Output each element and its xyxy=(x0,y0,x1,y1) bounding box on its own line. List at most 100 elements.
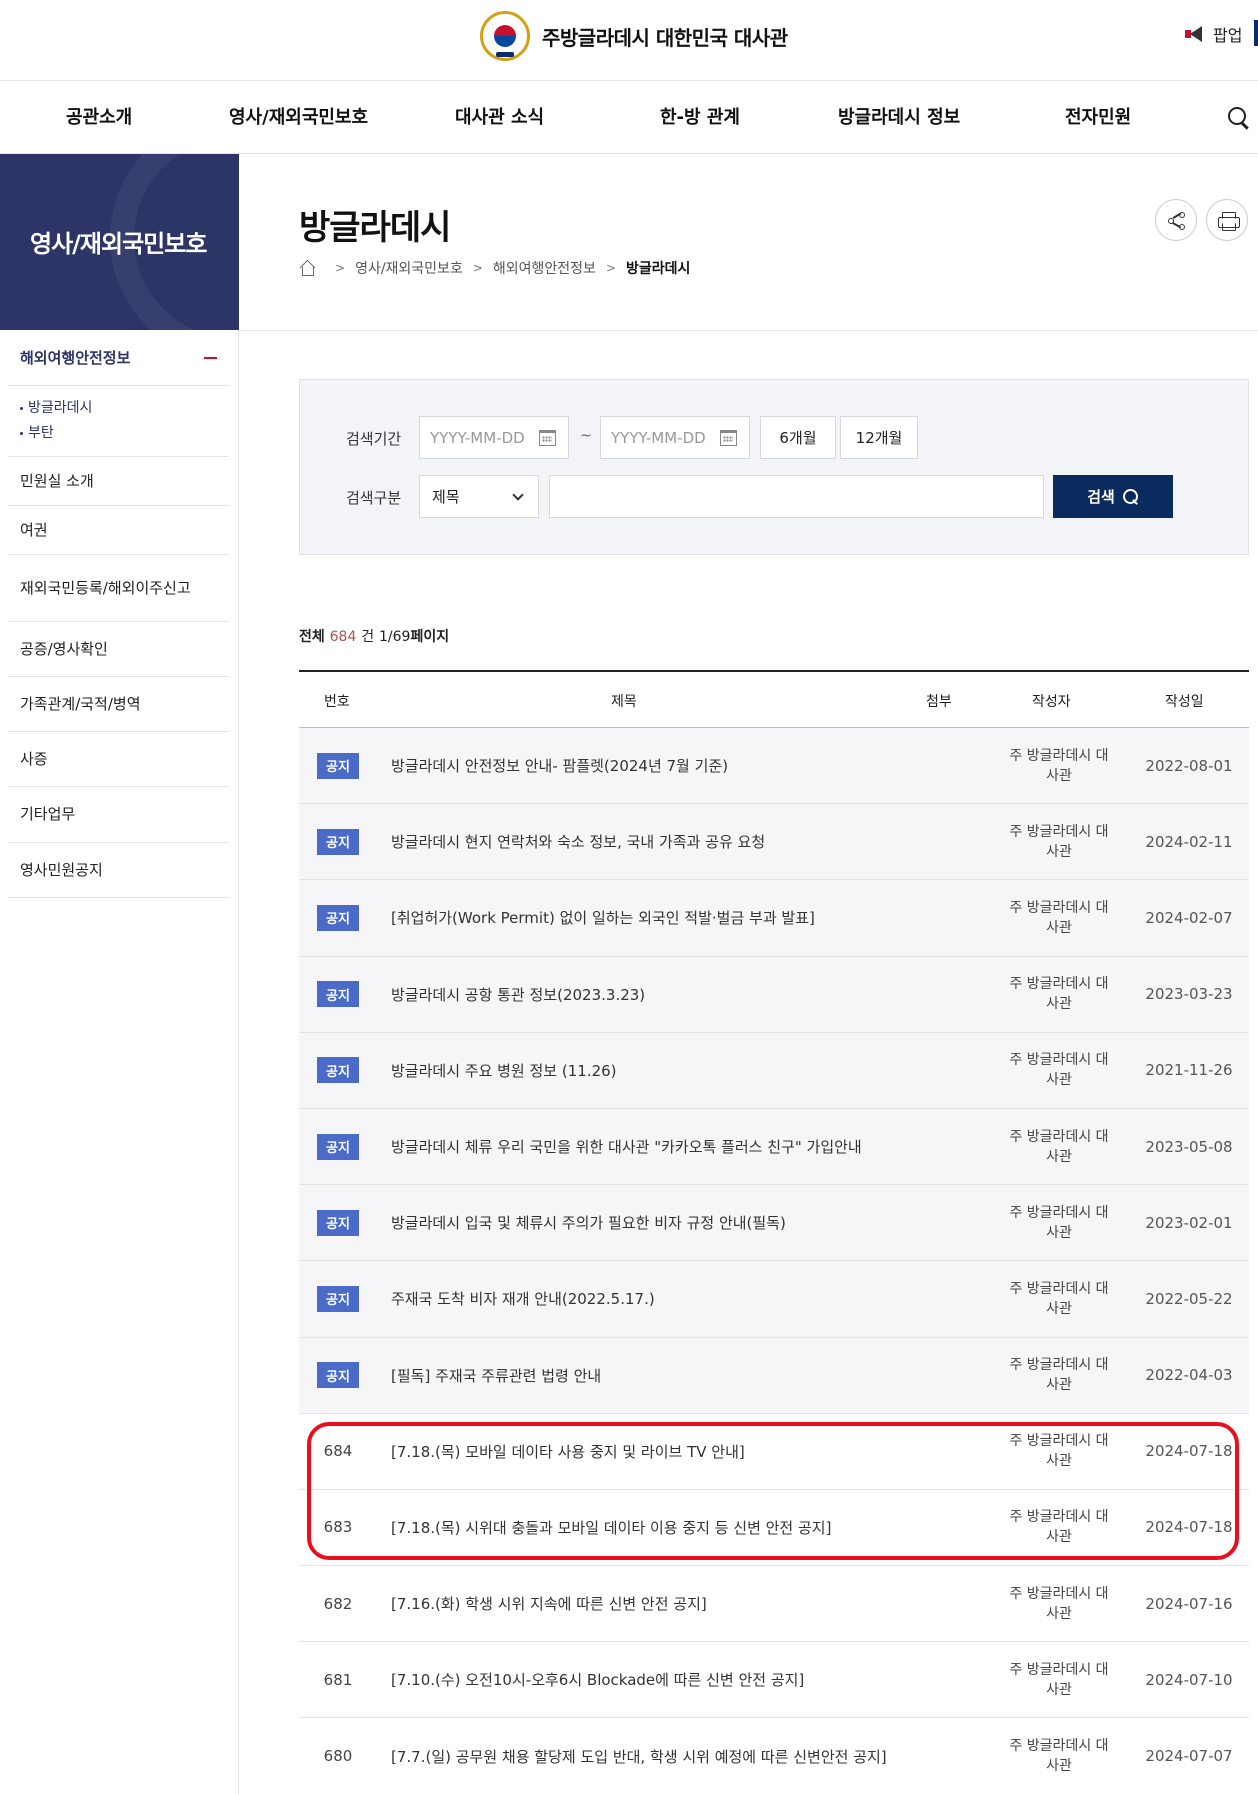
post-date: 2024-07-16 xyxy=(1145,1594,1233,1613)
nav-item-embassy-news[interactable]: 대사관 소식 xyxy=(455,103,544,129)
notice-badge: 공지 xyxy=(317,1285,359,1312)
post-writer: 주 방글라데시 대사관 xyxy=(1009,1128,1109,1165)
column-header-writer: 작성자 xyxy=(1032,694,1071,710)
nav-item-e-civil[interactable]: 전자민원 xyxy=(1065,103,1131,129)
cell-number: 682 xyxy=(299,1566,377,1641)
table-row[interactable]: 공지 주재국 도착 비자 재개 안내(2022.5.17.) 주 방글라데시 대사관… xyxy=(299,1261,1249,1338)
post-title-link[interactable]: 방글라데시 체류 우리 국민을 위한 대사관 "카카오톡 플러스 친구" 가입안… xyxy=(391,1109,862,1184)
collapse-minus-icon[interactable] xyxy=(204,356,217,359)
post-number: 681 xyxy=(323,1670,353,1689)
period-6-months-button[interactable]: 6개월 xyxy=(760,416,836,459)
post-title-link[interactable]: 방글라데시 주요 병원 정보 (11.26) xyxy=(391,1033,617,1108)
post-title-link[interactable]: 방글라데시 안전정보 안내- 팜플렛(2024년 7월 기준) xyxy=(391,728,728,803)
popup-tab-edge[interactable] xyxy=(1254,20,1258,46)
post-writer: 주 방글라데시 대사관 xyxy=(1009,1661,1109,1698)
post-date: 2022-04-03 xyxy=(1145,1366,1233,1385)
table-row[interactable]: 680 [7.7.(일) 공무원 채용 할당제 도입 반대, 학생 시위 예정에 … xyxy=(299,1718,1249,1794)
table-row[interactable]: 공지 방글라데시 체류 우리 국민을 위한 대사관 "카카오톡 플러스 친구" 가… xyxy=(299,1108,1249,1186)
period-12-months-button[interactable]: 12개월 xyxy=(840,416,918,459)
table-row[interactable]: 683 [7.18.(목) 시위대 충돌과 모바일 데이타 이용 중지 등 신변 … xyxy=(299,1490,1249,1567)
post-title-link[interactable]: [7.16.(화) 학생 시위 지속에 따른 신변 안전 공지] xyxy=(391,1566,707,1641)
table-row[interactable]: 공지 방글라데시 공항 통관 정보(2023.3.23) 주 방글라데시 대사관 20… xyxy=(299,956,1249,1033)
end-date-input[interactable]: YYYY-MM-DD xyxy=(600,416,750,459)
post-title-link[interactable]: [취업허가(Work Permit) 없이 일하는 외국인 적발·벌금 부과 발… xyxy=(391,880,815,955)
sidebar-item-visa[interactable]: 사증 xyxy=(8,732,229,787)
start-date-input[interactable]: YYYY-MM-DD xyxy=(419,416,569,459)
bullet-icon xyxy=(20,431,23,435)
table-row[interactable]: 681 [7.10.(수) 오전10시-오후6시 Blockade에 따른 신변 … xyxy=(299,1642,1249,1719)
table-row[interactable]: 공지 [필독] 주재국 주류관련 법령 안내 주 방글라데시 대사관 2022-04-… xyxy=(299,1337,1249,1414)
search-submit-button[interactable]: 검색 xyxy=(1053,475,1173,518)
post-title-link[interactable]: 방글라데시 현지 연락처와 숙소 정보, 국내 가족과 공유 요청 xyxy=(391,804,765,879)
breadcrumb: > 영사/재외국민보호 > 해외여행안전정보 > 방글라데시 xyxy=(299,258,690,278)
calendar-icon[interactable] xyxy=(539,430,556,446)
table-row[interactable]: 공지 방글라데시 입국 및 체류시 주의가 필요한 비자 규정 안내(필독) 주 방… xyxy=(299,1185,1249,1262)
home-icon[interactable] xyxy=(299,261,315,276)
search-icon[interactable] xyxy=(1228,107,1250,129)
post-title-link[interactable]: [7.7.(일) 공무원 채용 할당제 도입 반대, 학생 시위 예정에 따른 … xyxy=(391,1718,887,1793)
post-writer: 주 방글라데시 대사관 xyxy=(1009,1357,1109,1394)
breadcrumb-item[interactable]: 해외여행안전정보 xyxy=(493,258,596,278)
print-button[interactable] xyxy=(1206,199,1248,241)
sidebar-item-civil-office[interactable]: 민원실 소개 xyxy=(8,457,229,506)
post-title-link[interactable]: 방글라데시 입국 및 체류시 주의가 필요한 비자 규정 안내(필독) xyxy=(391,1185,786,1260)
post-title-link[interactable]: 주재국 도착 비자 재개 안내(2022.5.17.) xyxy=(391,1261,655,1336)
table-row[interactable]: 공지 방글라데시 현지 연락처와 숙소 정보, 국내 가족과 공유 요청 주 방글라… xyxy=(299,804,1249,881)
post-writer: 주 방글라데시 대사관 xyxy=(1009,976,1109,1013)
table-row[interactable]: 공지 방글라데시 주요 병원 정보 (11.26) 주 방글라데시 대사관 2021-… xyxy=(299,1032,1249,1109)
sidebar-item-notary[interactable]: 공증/영사확인 xyxy=(8,622,229,677)
notice-badge: 공지 xyxy=(317,828,359,855)
printer-icon xyxy=(1218,212,1240,230)
count-suffix: 건 xyxy=(361,629,375,645)
result-count: 전체 684 건 1/69페이지 xyxy=(299,626,449,646)
search-keyword-input[interactable] xyxy=(549,475,1044,518)
table-row[interactable]: 684 [7.18.(목) 모바일 데이타 사용 중지 및 라이브 TV 안내] 주… xyxy=(299,1414,1249,1490)
cell-writer: 주 방글라데시 대사관 xyxy=(999,1718,1119,1793)
cell-number: 680 xyxy=(299,1718,377,1793)
table-row[interactable]: 공지 [취업허가(Work Permit) 없이 일하는 외국인 적발·벌금 부과… xyxy=(299,880,1249,957)
nav-item-bangladesh-info[interactable]: 방글라데시 정보 xyxy=(838,103,960,129)
table-row[interactable]: 공지 방글라데시 안전정보 안내- 팜플렛(2024년 7월 기준) 주 방글라데시… xyxy=(299,728,1249,805)
search-submit-label: 검색 xyxy=(1087,488,1115,506)
cell-writer: 주 방글라데시 대사관 xyxy=(999,804,1119,879)
cell-writer: 주 방글라데시 대사관 xyxy=(999,1566,1119,1641)
site-brand[interactable]: 주방글라데시 대한민국 대사관 xyxy=(480,8,788,64)
date-range-tilde: ~ xyxy=(580,428,592,444)
cell-writer: 주 방글라데시 대사관 xyxy=(999,1185,1119,1260)
popup-button[interactable]: 팝업 xyxy=(1185,22,1242,46)
sidebar-submenu: 방글라데시 부탄 xyxy=(8,386,229,457)
post-title-link[interactable]: [7.10.(수) 오전10시-오후6시 Blockade에 따른 신변 안전 … xyxy=(391,1642,804,1717)
post-title-link[interactable]: 방글라데시 공항 통관 정보(2023.3.23) xyxy=(391,957,645,1032)
sidebar-item-overseas-registration[interactable]: 재외국민등록/해외이주신고 xyxy=(8,555,229,622)
post-title-link[interactable]: [7.18.(목) 시위대 충돌과 모바일 데이타 이용 중지 등 신변 안전 … xyxy=(391,1490,831,1565)
notice-badge: 공지 xyxy=(317,904,359,931)
sidebar-item-passport[interactable]: 여권 xyxy=(8,506,229,555)
table-row[interactable]: 682 [7.16.(화) 학생 시위 지속에 따른 신변 안전 공지] 주 방글라… xyxy=(299,1566,1249,1643)
notice-badge: 공지 xyxy=(317,981,359,1008)
sidebar-subitem-bangladesh[interactable]: 방글라데시 xyxy=(20,396,217,421)
post-title-link[interactable]: [7.18.(목) 모바일 데이타 사용 중지 및 라이브 TV 안내] xyxy=(391,1414,745,1489)
share-button[interactable] xyxy=(1155,199,1197,241)
nav-item-korea-bangladesh[interactable]: 한-방 관계 xyxy=(660,103,740,129)
post-writer: 주 방글라데시 대사관 xyxy=(1009,1509,1109,1546)
post-title-link[interactable]: [필독] 주재국 주류관련 법령 안내 xyxy=(391,1338,601,1413)
breadcrumb-separator: > xyxy=(472,261,483,275)
content-header-divider xyxy=(239,330,1258,331)
sidebar-item-other-services[interactable]: 기타업무 xyxy=(8,787,229,843)
post-writer: 주 방글라데시 대사관 xyxy=(1009,747,1109,784)
site-name: 주방글라데시 대한민국 대사관 xyxy=(542,25,788,50)
cell-number: 공지 xyxy=(299,728,377,803)
calendar-icon[interactable] xyxy=(720,430,737,446)
sidebar-subitem-bhutan[interactable]: 부탄 xyxy=(20,421,217,446)
sidebar-group-travel-safety[interactable]: 해외여행안전정보 xyxy=(8,330,229,386)
sidebar-item-family-nationality[interactable]: 가족관계/국적/병역 xyxy=(8,677,229,732)
breadcrumb-item[interactable]: 영사/재외국민보호 xyxy=(355,258,463,278)
cell-number: 공지 xyxy=(299,957,377,1032)
sidebar-item-consular-notice[interactable]: 영사민원공지 xyxy=(8,843,229,898)
search-type-value: 제목 xyxy=(432,488,460,506)
search-type-select[interactable]: 제목 xyxy=(419,475,539,518)
nav-item-consular[interactable]: 영사/재외국민보호 xyxy=(229,103,368,129)
nav-item-embassy-intro[interactable]: 공관소개 xyxy=(66,103,132,129)
page-title: 방글라데시 xyxy=(299,208,451,248)
post-date: 2024-02-07 xyxy=(1145,908,1233,927)
